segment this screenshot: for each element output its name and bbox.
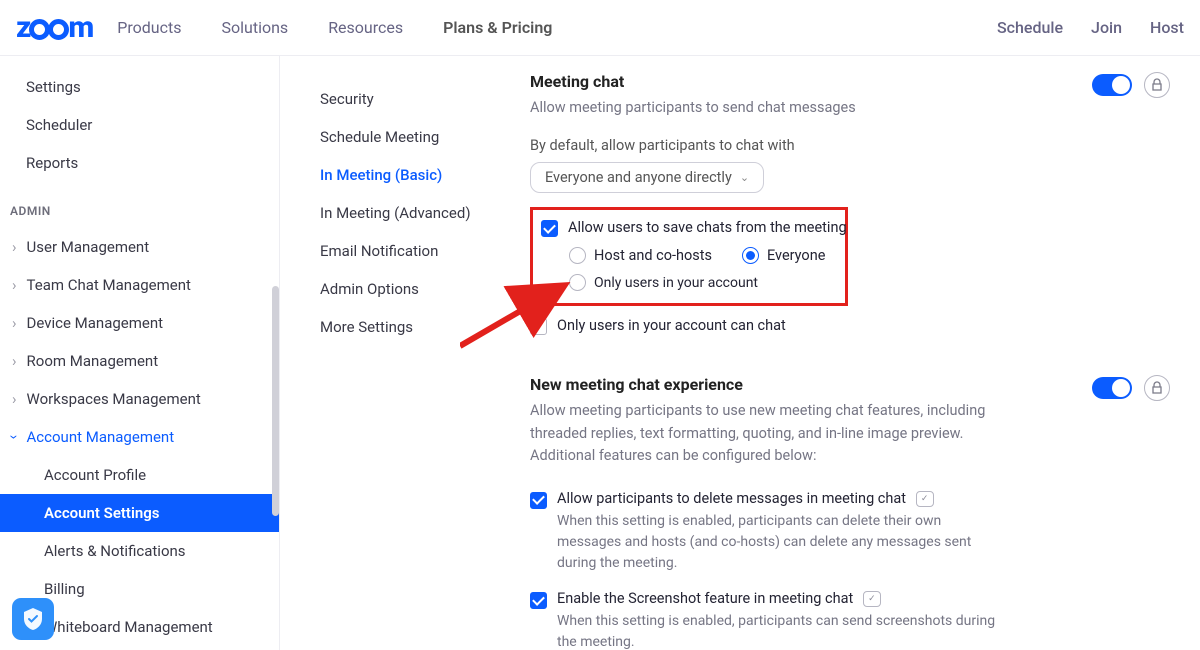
radio-label-host: Host and co-hosts bbox=[594, 247, 712, 264]
sidebar-group-label: Account Management bbox=[27, 428, 175, 446]
sidebar-heading-admin: ADMIN bbox=[0, 182, 279, 228]
chevron-right-icon: › bbox=[12, 390, 17, 408]
nav-resources[interactable]: Resources bbox=[328, 18, 403, 37]
sidebar-group-label: Team Chat Management bbox=[27, 276, 191, 294]
new-chat-title: New meeting chat experience bbox=[530, 375, 1000, 394]
lock-button[interactable] bbox=[1144, 375, 1170, 401]
settings-tab-in-meeting-advanced[interactable]: In Meeting (Advanced) bbox=[320, 194, 510, 232]
zoom-logo[interactable]: zm bbox=[16, 10, 93, 45]
floating-shield-badge[interactable] bbox=[12, 598, 54, 640]
settings-tab-security[interactable]: Security bbox=[320, 80, 510, 118]
chevron-right-icon: › bbox=[12, 238, 17, 256]
nav-primary: Products Solutions Resources Plans & Pri… bbox=[117, 18, 552, 37]
info-icon[interactable]: ✓ bbox=[916, 491, 934, 507]
radio-only-account[interactable] bbox=[569, 274, 586, 291]
lock-button[interactable] bbox=[1144, 72, 1170, 98]
radio-label-only-account: Only users in your account bbox=[594, 275, 758, 291]
sidebar-group-team-chat[interactable]: › Team Chat Management bbox=[0, 266, 279, 304]
sidebar-group-user-management[interactable]: › User Management bbox=[0, 228, 279, 266]
meeting-chat-desc: Allow meeting participants to send chat … bbox=[530, 97, 1000, 119]
delete-messages-label: Allow participants to delete messages in… bbox=[557, 490, 906, 507]
sidebar-group-label: User Management bbox=[27, 238, 150, 256]
sidebar-sub-account-settings[interactable]: Account Settings bbox=[0, 494, 279, 532]
settings-tab-schedule[interactable]: Schedule Meeting bbox=[320, 118, 510, 156]
nav-products[interactable]: Products bbox=[117, 18, 181, 37]
nav-plans[interactable]: Plans & Pricing bbox=[443, 18, 552, 37]
sidebar-item-reports[interactable]: Reports bbox=[0, 144, 279, 182]
screenshot-desc: When this setting is enabled, participan… bbox=[557, 611, 1000, 650]
meeting-chat-title: Meeting chat bbox=[530, 72, 1000, 91]
section-meeting-chat: Meeting chat Allow meeting participants … bbox=[530, 72, 1170, 335]
radio-everyone[interactable] bbox=[742, 247, 759, 264]
settings-nav: Security Schedule Meeting In Meeting (Ba… bbox=[280, 56, 530, 650]
checkbox-only-account-chat[interactable] bbox=[530, 318, 547, 335]
lock-icon bbox=[1151, 78, 1163, 92]
chevron-right-icon: › bbox=[12, 314, 17, 332]
settings-tab-in-meeting-basic[interactable]: In Meeting (Basic) bbox=[320, 156, 510, 194]
checkbox-screenshot[interactable] bbox=[530, 592, 547, 609]
checkbox-allow-save-chats[interactable] bbox=[541, 220, 558, 237]
lock-icon bbox=[1151, 381, 1163, 395]
settings-tab-email[interactable]: Email Notification bbox=[320, 232, 510, 270]
settings-tab-more[interactable]: More Settings bbox=[320, 308, 510, 346]
chevron-down-icon: ⌄ bbox=[740, 171, 749, 184]
sidebar-sub-alerts[interactable]: Alerts & Notifications bbox=[0, 532, 279, 570]
sidebar-scrollbar[interactable] bbox=[272, 286, 279, 516]
settings-content: Meeting chat Allow meeting participants … bbox=[530, 56, 1200, 650]
chevron-down-icon: › bbox=[5, 435, 23, 440]
screenshot-label: Enable the Screenshot feature in meeting… bbox=[557, 590, 853, 607]
shield-icon bbox=[22, 607, 44, 631]
nav-host[interactable]: Host bbox=[1150, 18, 1184, 37]
left-sidebar: Settings Scheduler Reports ADMIN › User … bbox=[0, 56, 280, 650]
settings-tab-admin-options[interactable]: Admin Options bbox=[320, 270, 510, 308]
sidebar-sub-account-profile[interactable]: Account Profile bbox=[0, 456, 279, 494]
toggle-meeting-chat[interactable] bbox=[1092, 74, 1132, 96]
new-chat-desc: Allow meeting participants to use new me… bbox=[530, 400, 1000, 467]
sidebar-item-scheduler[interactable]: Scheduler bbox=[0, 106, 279, 144]
nav-join[interactable]: Join bbox=[1091, 18, 1122, 37]
delete-messages-desc: When this setting is enabled, participan… bbox=[557, 511, 1000, 574]
radio-host-cohosts[interactable] bbox=[569, 247, 586, 264]
info-icon[interactable]: ✓ bbox=[863, 591, 881, 607]
sidebar-group-label: Room Management bbox=[27, 352, 159, 370]
section-new-chat-experience: New meeting chat experience Allow meetin… bbox=[530, 375, 1170, 650]
sidebar-group-account-management[interactable]: › Account Management bbox=[0, 418, 279, 456]
meeting-chat-scope-select[interactable]: Everyone and anyone directly ⌄ bbox=[530, 162, 764, 193]
sidebar-group-workspaces[interactable]: › Workspaces Management bbox=[0, 380, 279, 418]
chevron-right-icon: › bbox=[12, 352, 17, 370]
meeting-chat-scope-label: By default, allow participants to chat w… bbox=[530, 137, 1000, 154]
chevron-right-icon: › bbox=[12, 276, 17, 294]
nav-solutions[interactable]: Solutions bbox=[222, 18, 289, 37]
sidebar-group-device[interactable]: › Device Management bbox=[0, 304, 279, 342]
sidebar-group-label: Workspaces Management bbox=[27, 390, 201, 408]
toggle-new-chat-experience[interactable] bbox=[1092, 377, 1132, 399]
radio-label-everyone: Everyone bbox=[767, 247, 825, 264]
sidebar-group-room[interactable]: › Room Management bbox=[0, 342, 279, 380]
only-account-chat-label: Only users in your account can chat bbox=[557, 317, 786, 334]
nav-schedule[interactable]: Schedule bbox=[997, 18, 1063, 37]
select-value: Everyone and anyone directly bbox=[545, 169, 732, 186]
sidebar-group-label: Device Management bbox=[27, 314, 164, 332]
allow-save-chats-label: Allow users to save chats from the meeti… bbox=[568, 219, 847, 236]
checkbox-delete-messages[interactable] bbox=[530, 492, 547, 509]
callout-save-chats: Allow users to save chats from the meeti… bbox=[530, 207, 848, 306]
top-nav: zm Products Solutions Resources Plans & … bbox=[0, 0, 1200, 56]
nav-right: Schedule Join Host bbox=[997, 18, 1184, 37]
sidebar-item-settings[interactable]: Settings bbox=[0, 68, 279, 106]
